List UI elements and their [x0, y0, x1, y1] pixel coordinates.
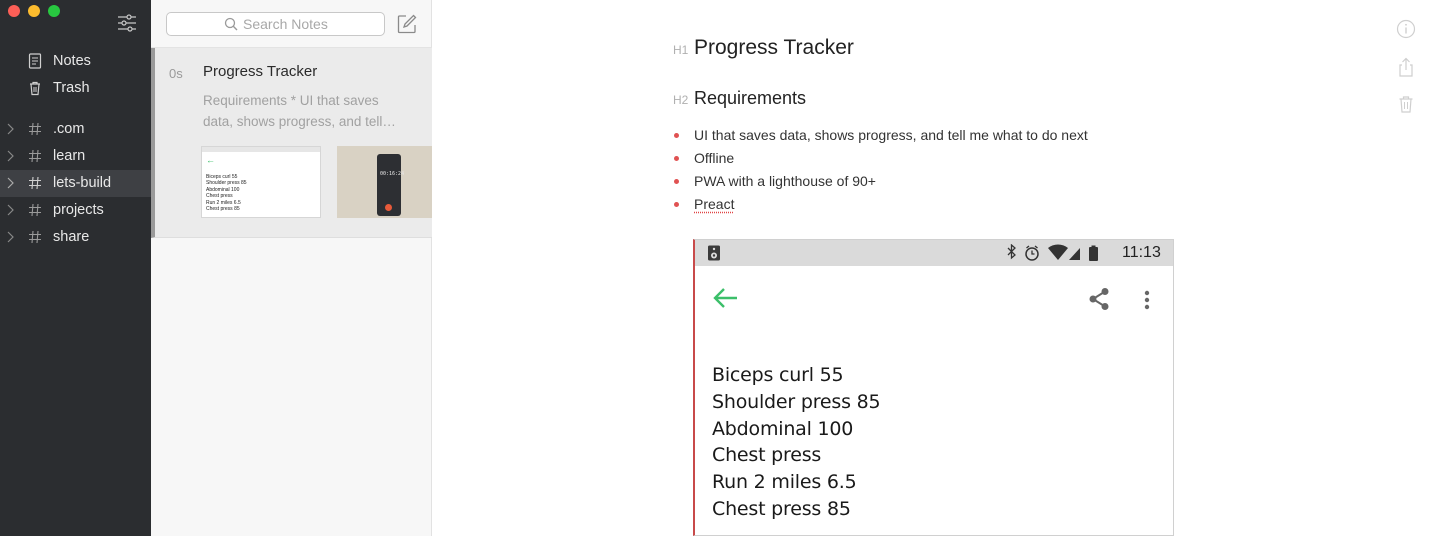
list-item[interactable]: Offline [674, 148, 1088, 171]
workout-item: Run 2 miles 6.5 [712, 471, 857, 494]
requirements-list: UI that saves data, shows progress, and … [674, 125, 1088, 217]
status-icons [1007, 244, 1098, 261]
sidebar-item-notes[interactable]: Notes [0, 48, 151, 75]
heading-2-marker: H2 [673, 93, 689, 107]
sidebar: Notes Trash .com learn lets-build projec… [0, 0, 151, 536]
workout-item: Chest press [712, 444, 822, 467]
note-timestamp: 0s [169, 66, 183, 81]
chevron-right-icon[interactable] [6, 177, 14, 189]
back-arrow-icon [713, 288, 737, 308]
status-time: 11:13 [1122, 244, 1161, 261]
search-input[interactable] [243, 15, 373, 33]
window-controls [8, 5, 60, 17]
hashtag-icon [29, 203, 41, 217]
workout-list: Biceps curl 55 Shoulder press 85 Abdomin… [712, 362, 881, 523]
search-icon [224, 17, 238, 31]
note-heading-title[interactable]: Progress Tracker [694, 36, 854, 60]
sidebar-item-label: Notes [53, 53, 91, 69]
note-list-panel: 0s Progress Tracker Requirements * UI th… [151, 0, 432, 536]
note-thumbnail-image: ← Biceps curl 55 Shoulder press 85 Abdom… [201, 146, 321, 218]
sidebar-tag-lets-build[interactable]: lets-build [0, 170, 151, 197]
sidebar-item-label: Trash [53, 80, 90, 96]
share-icon[interactable] [1396, 57, 1416, 77]
search-box[interactable] [166, 12, 385, 36]
sidebar-tag-share[interactable]: share [0, 224, 151, 251]
workout-item: Biceps curl 55 [712, 364, 844, 386]
info-icon[interactable] [1396, 19, 1416, 39]
workout-item: Shoulder press 85 [712, 390, 881, 413]
compose-note-icon[interactable] [396, 13, 418, 35]
close-window-button[interactable] [8, 5, 20, 17]
list-item[interactable]: PWA with a lighthouse of 90+ [674, 171, 1088, 194]
minimize-window-button[interactable] [28, 5, 40, 17]
chevron-right-icon[interactable] [6, 150, 14, 162]
hashtag-icon [29, 122, 41, 136]
note-preview-line: Requirements * UI that saves [203, 93, 379, 108]
embedded-screenshot[interactable]: 11:13 Biceps curl 55 Shoulder press 85 A… [693, 239, 1174, 536]
sidebar-tag-projects[interactable]: projects [0, 197, 151, 224]
note-list-item[interactable]: 0s Progress Tracker Requirements * UI th… [151, 48, 432, 238]
hashtag-icon [29, 230, 41, 244]
android-status-bar: 11:13 [695, 240, 1173, 266]
note-title: Progress Tracker [203, 63, 318, 80]
maximize-window-button[interactable] [48, 5, 60, 17]
note-thumbnail-photo: 00:16:24 [337, 146, 432, 218]
speaker-icon [708, 245, 720, 261]
chevron-right-icon[interactable] [6, 123, 14, 135]
chevron-right-icon[interactable] [6, 231, 14, 243]
list-item[interactable]: UI that saves data, shows progress, and … [674, 125, 1088, 148]
share-nodes-icon [1089, 288, 1109, 310]
note-preview-line: data, shows progress, and tell… [203, 114, 396, 129]
sidebar-tag-learn[interactable]: learn [0, 143, 151, 170]
tag-label: .com [53, 121, 85, 137]
thumbnail-workout-list: Biceps curl 55 Shoulder press 85 Abdomin… [206, 174, 247, 213]
trash-icon [30, 81, 40, 96]
list-item[interactable]: Preact [674, 194, 1088, 217]
chevron-right-icon[interactable] [6, 204, 14, 216]
note-editor[interactable]: H1 Progress Tracker H2 Requirements UI t… [432, 0, 1430, 536]
phone-photo: 00:16:24 [377, 154, 405, 216]
tag-label: lets-build [53, 175, 112, 191]
tag-label: share [53, 229, 90, 245]
notes-icon [28, 53, 42, 69]
workout-item: Abdominal 100 [712, 417, 854, 440]
record-dot [385, 204, 392, 211]
sidebar-tag-com[interactable]: .com [0, 116, 151, 143]
hashtag-icon [29, 149, 41, 163]
sliders-icon[interactable] [117, 13, 137, 33]
tag-label: projects [53, 202, 104, 218]
note-heading-requirements[interactable]: Requirements [694, 88, 806, 109]
more-vertical-icon [1144, 290, 1150, 310]
hashtag-icon [29, 176, 41, 190]
back-arrow-icon: ← [206, 155, 215, 165]
heading-1-marker: H1 [673, 43, 689, 57]
note-preview: Requirements * UI that saves data, shows… [203, 90, 415, 132]
workout-item: Chest press 85 [712, 497, 851, 520]
tag-label: learn [53, 148, 86, 164]
timer-readout: 00:16:24 [380, 171, 405, 177]
trash-icon[interactable] [1396, 94, 1416, 114]
misspelled-word[interactable]: Preact [694, 196, 734, 212]
sidebar-item-trash[interactable]: Trash [0, 75, 151, 102]
